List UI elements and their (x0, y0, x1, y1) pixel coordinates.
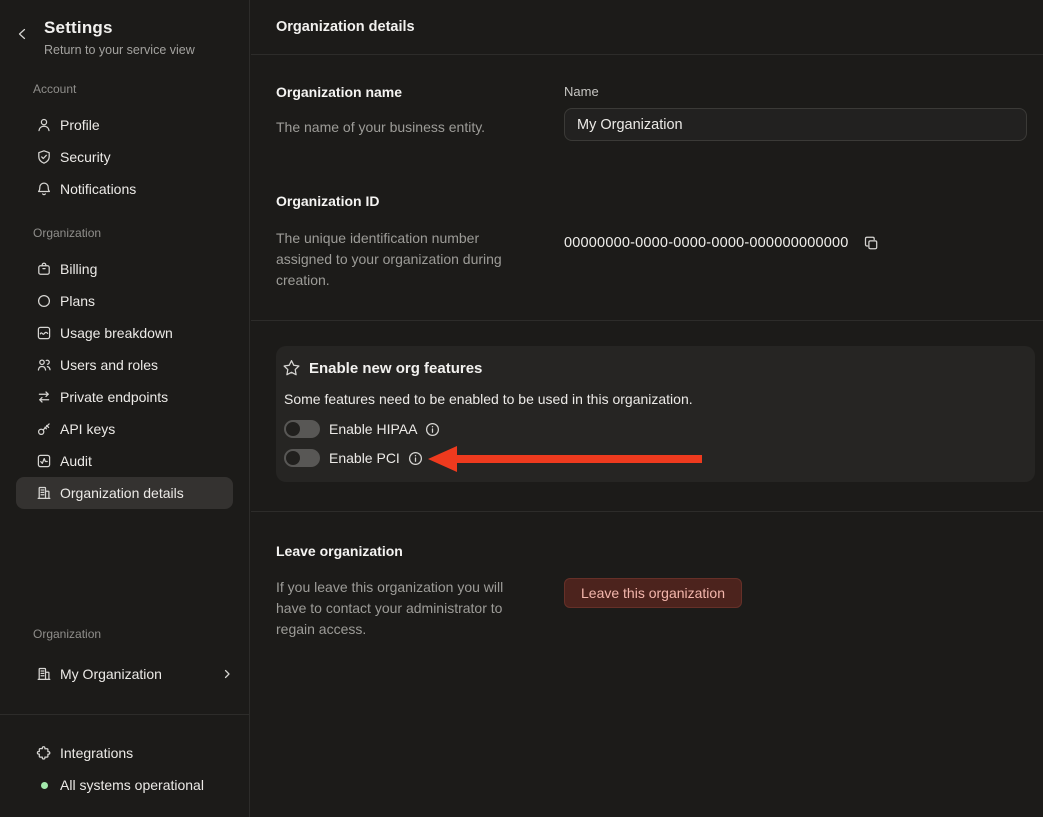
org-switcher-value: My Organization (60, 666, 221, 682)
star-icon (282, 359, 301, 377)
sidebar-item-label: Profile (60, 117, 100, 133)
enable-pci-toggle[interactable] (284, 449, 320, 467)
sidebar-item-label: Private endpoints (60, 389, 168, 405)
hipaa-toggle-row: Enable HIPAA (284, 420, 1019, 438)
page-title: Organization details (276, 19, 415, 35)
pci-toggle-label: Enable PCI (329, 450, 400, 466)
swap-arrows-icon (36, 389, 52, 405)
sidebar-item-notifications[interactable]: Notifications (16, 173, 233, 205)
main-content: Organization details Organization name T… (251, 0, 1043, 817)
sidebar-item-security[interactable]: Security (16, 141, 233, 173)
sidebar-item-label: Usage breakdown (60, 325, 173, 341)
sidebar-item-billing[interactable]: Billing (16, 253, 233, 285)
usage-chart-icon (36, 325, 52, 341)
audit-icon (36, 453, 52, 469)
org-switcher-button[interactable]: My Organization (16, 658, 233, 690)
account-nav: Profile Security Notifications (0, 109, 249, 205)
sidebar-item-plans[interactable]: Plans (16, 285, 233, 317)
org-switcher-label: Organization (0, 627, 249, 641)
org-switcher: Organization My Organization (0, 627, 249, 714)
status-label: All systems operational (60, 777, 204, 793)
copy-icon[interactable] (863, 235, 879, 251)
org-name-title: Organization name (276, 84, 564, 100)
features-card-title: Enable new org features (309, 360, 482, 377)
chevron-left-icon[interactable] (16, 27, 28, 57)
name-field-label: Name (564, 84, 1027, 99)
sidebar-item-label: Audit (60, 453, 92, 469)
circle-icon (36, 293, 52, 309)
section-label-organization: Organization (0, 226, 249, 240)
user-icon (36, 117, 52, 133)
building-icon (36, 666, 52, 682)
sidebar-item-api-keys[interactable]: API keys (16, 413, 233, 445)
sidebar-item-label: Notifications (60, 181, 136, 197)
org-id-title: Organization ID (276, 193, 564, 209)
org-id-section: Organization ID The unique identificatio… (251, 141, 1043, 320)
status-dot-icon (41, 782, 48, 789)
sidebar-header: Settings Return to your service view (0, 0, 249, 57)
enable-hipaa-toggle[interactable] (284, 420, 320, 438)
sidebar-item-audit[interactable]: Audit (16, 445, 233, 477)
org-name-description: The name of your business entity. (276, 117, 564, 138)
sidebar-item-label: Plans (60, 293, 95, 309)
sidebar-subtitle[interactable]: Return to your service view (44, 43, 195, 57)
organization-name-input[interactable] (564, 108, 1027, 141)
pci-toggle-row: Enable PCI (284, 449, 1019, 467)
info-icon[interactable] (425, 422, 440, 437)
bell-icon (36, 181, 52, 197)
shield-icon (36, 149, 52, 165)
sidebar-item-organization-details[interactable]: Organization details (16, 477, 233, 509)
sidebar-item-integrations[interactable]: Integrations (16, 737, 233, 769)
sidebar-item-label: Organization details (60, 485, 184, 501)
info-icon[interactable] (408, 451, 423, 466)
building-icon (36, 485, 52, 501)
hipaa-toggle-label: Enable HIPAA (329, 421, 417, 437)
sidebar-item-label: Integrations (60, 745, 133, 761)
puzzle-icon (36, 745, 52, 761)
sidebar-item-label: Security (60, 149, 111, 165)
org-id-value: 00000000-0000-0000-0000-000000000000 (564, 235, 849, 251)
sidebar-title: Settings (44, 18, 195, 38)
sidebar-footer: Integrations All systems operational (0, 714, 249, 817)
sidebar-bottom: Organization My Organization Integration… (0, 627, 249, 817)
key-icon (36, 421, 52, 437)
enable-features-card: Enable new org features Some features ne… (276, 346, 1035, 482)
chevron-right-icon (221, 668, 233, 680)
page-header: Organization details (251, 0, 1043, 55)
features-card-description: Some features need to be enabled to be u… (284, 391, 1019, 407)
sidebar-item-profile[interactable]: Profile (16, 109, 233, 141)
sidebar-item-label: Billing (60, 261, 97, 277)
leave-org-description: If you leave this organization you will … (276, 577, 528, 640)
sidebar-item-label: API keys (60, 421, 115, 437)
section-label-account: Account (0, 82, 249, 96)
sidebar-item-label: Users and roles (60, 357, 158, 373)
org-id-description: The unique identification number assigne… (276, 228, 528, 291)
billing-icon (36, 261, 52, 277)
organization-nav: Billing Plans Usage breakdown Users and … (0, 253, 249, 509)
leave-org-section: Leave organization If you leave this org… (251, 511, 1043, 640)
sidebar-item-users-and-roles[interactable]: Users and roles (16, 349, 233, 381)
leave-organization-button[interactable]: Leave this organization (564, 578, 742, 608)
sidebar-item-usage-breakdown[interactable]: Usage breakdown (16, 317, 233, 349)
org-name-section: Organization name The name of your busin… (251, 55, 1043, 141)
leave-org-title: Leave organization (276, 543, 564, 559)
system-status-link[interactable]: All systems operational (16, 769, 233, 801)
sidebar-item-private-endpoints[interactable]: Private endpoints (16, 381, 233, 413)
users-icon (36, 357, 52, 373)
features-band: Enable new org features Some features ne… (251, 320, 1043, 511)
settings-sidebar: Settings Return to your service view Acc… (0, 0, 250, 817)
